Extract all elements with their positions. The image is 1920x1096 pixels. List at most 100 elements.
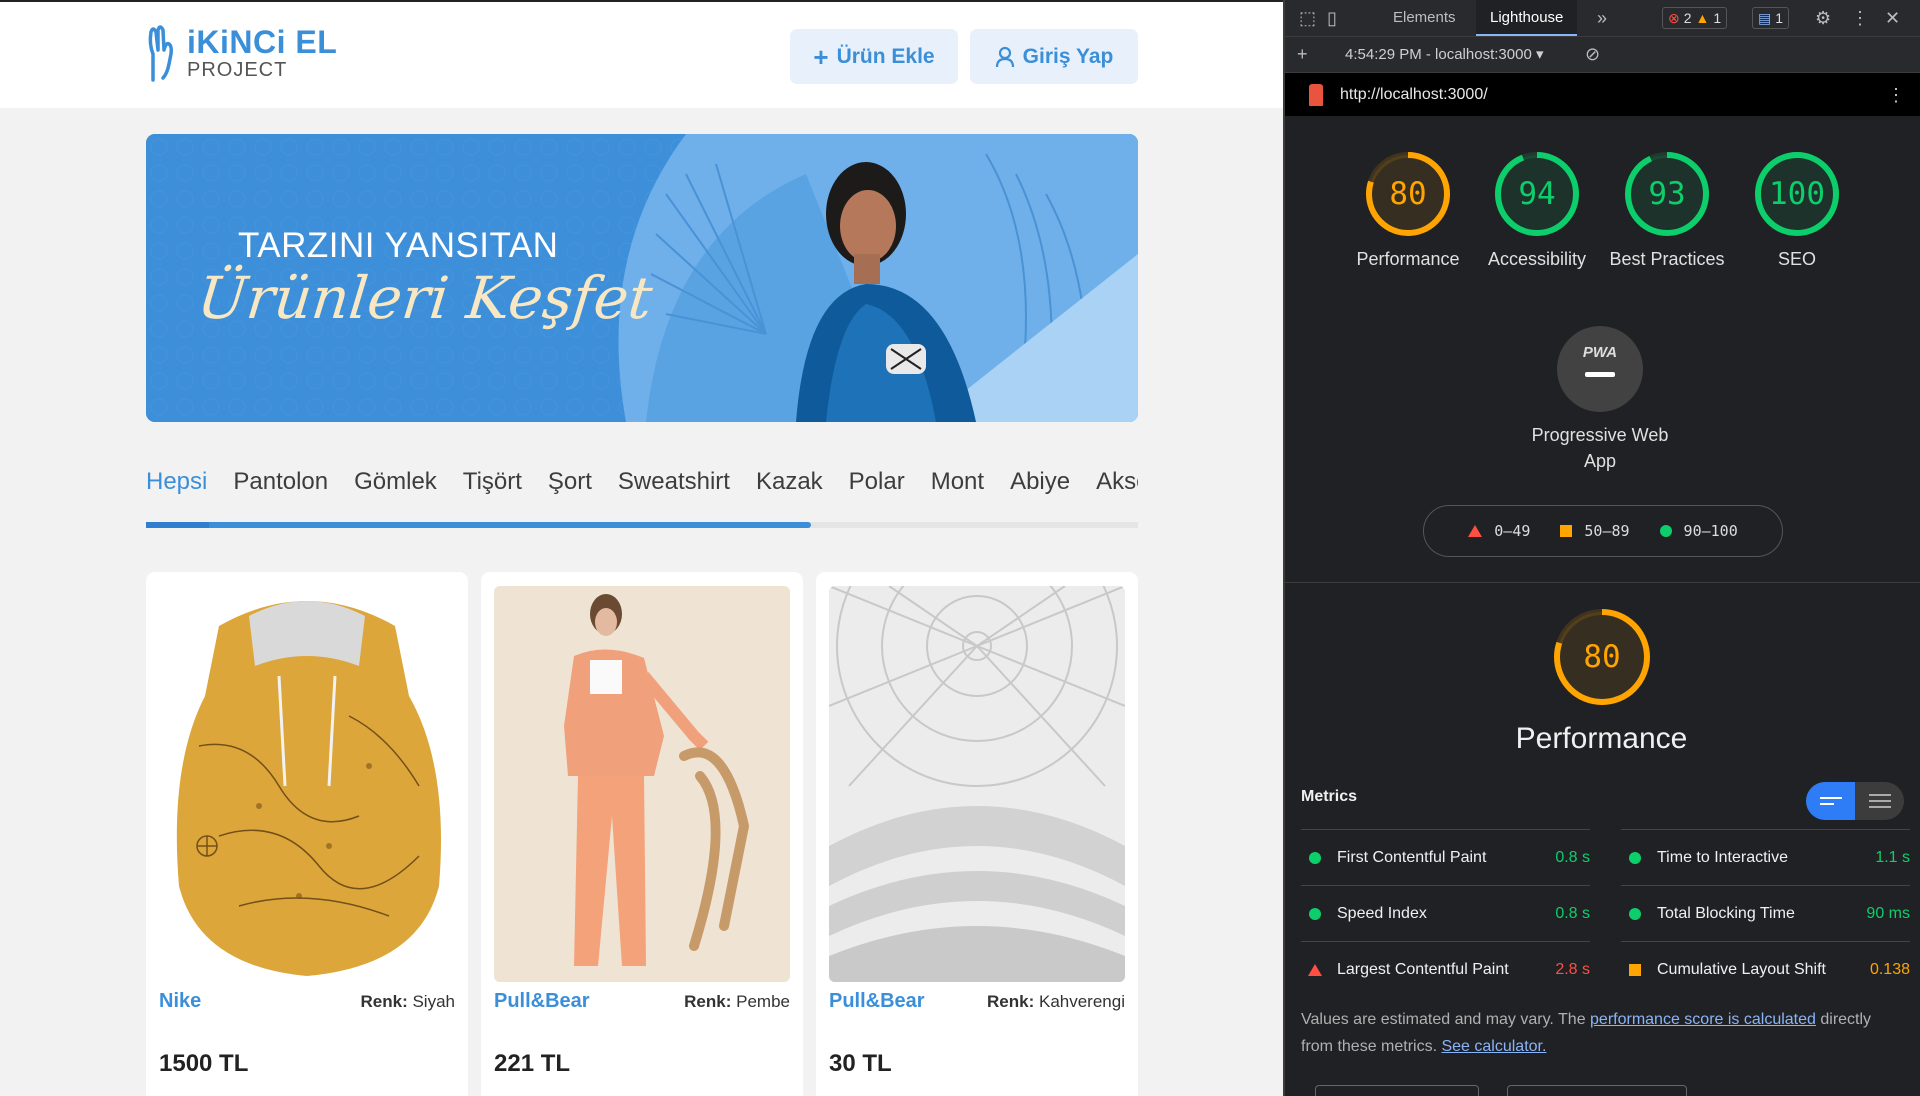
category-tab[interactable]: Şort	[535, 460, 605, 504]
report-selector[interactable]: 4:54:29 PM - localhost:3000 ▾	[1345, 37, 1544, 73]
color-value: Siyah	[412, 992, 455, 1011]
message-icon: ▤	[1758, 10, 1772, 26]
score-gauge-accessibility[interactable]: 94 Accessibility	[1472, 150, 1602, 272]
metric-name: Speed Index	[1337, 904, 1427, 922]
warning-icon: ▲	[1695, 10, 1710, 26]
active-category-indicator	[146, 522, 209, 528]
category-tab[interactable]: Abiye	[997, 460, 1083, 504]
product-image	[494, 586, 790, 982]
pass-circle-icon	[1309, 907, 1321, 920]
metric-name: First Contentful Paint	[1337, 848, 1487, 866]
site-logo[interactable]: iKiNCi EL PROJECT	[145, 24, 337, 82]
pwa-gauge[interactable]: PWA Progressive Web App	[1520, 326, 1680, 474]
metric-name: Total Blocking Time	[1657, 904, 1795, 922]
pass-circle-icon	[1309, 851, 1321, 864]
new-report-icon[interactable]: +	[1297, 44, 1308, 64]
legend-pass: 90–100	[1683, 522, 1738, 540]
score-calculation-link[interactable]: performance score is calculated	[1590, 1011, 1816, 1028]
product-brand[interactable]: Pull&Bear	[494, 990, 590, 1013]
section-divider	[1283, 582, 1920, 583]
lighthouse-logo-icon	[1309, 84, 1323, 106]
category-tab[interactable]: Aksesuar	[1083, 460, 1138, 504]
product-brand[interactable]: Pull&Bear	[829, 990, 925, 1013]
category-tab[interactable]: Pantolon	[220, 460, 341, 504]
average-square-icon	[1560, 525, 1573, 537]
view-trace-button[interactable]	[1507, 1085, 1687, 1096]
clear-reports-icon[interactable]: ⊘	[1585, 44, 1600, 64]
see-calculator-link[interactable]: See calculator.	[1441, 1038, 1546, 1055]
category-tab[interactable]: Hepsi	[146, 460, 220, 504]
fail-triangle-icon	[1308, 963, 1322, 976]
add-product-label: Ürün Ekle	[836, 44, 935, 68]
color-value: Pembe	[736, 992, 790, 1011]
pass-circle-icon	[1629, 851, 1641, 864]
plus-icon: +	[813, 41, 829, 72]
metric-row: Speed Index 0.8 s	[1301, 885, 1590, 941]
settings-gear-icon[interactable]: ⚙	[1815, 8, 1831, 28]
metric-value: 1.1 s	[1875, 848, 1910, 866]
error-count: 2	[1683, 10, 1692, 26]
metric-row: Total Blocking Time 90 ms	[1621, 885, 1910, 941]
hero-banner[interactable]: TARZINI YANSITAN Ürünleri Keşfet	[146, 134, 1138, 422]
inspect-element-icon[interactable]: ⬚	[1299, 8, 1316, 28]
expanded-view-button[interactable]	[1855, 782, 1904, 820]
metrics-view-toggle[interactable]	[1806, 782, 1904, 820]
warning-count: 1	[1713, 10, 1722, 26]
product-price: 1500 TL	[159, 1050, 249, 1077]
banner-headline: TARZINI YANSITAN	[238, 226, 559, 265]
color-label: Renk:	[987, 992, 1035, 1011]
banner-script-headline: Ürünleri Keşfet	[194, 264, 656, 332]
category-tab[interactable]: Polar	[836, 460, 918, 504]
product-brand[interactable]: Nike	[159, 990, 201, 1013]
expanded-view-icon	[1868, 790, 1891, 812]
product-price: 221 TL	[494, 1050, 571, 1077]
performance-section-title: Performance	[1515, 722, 1688, 755]
category-scrollbar[interactable]	[146, 522, 1138, 528]
gauge-label: Best Practices	[1609, 249, 1725, 269]
metric-row: Largest Contentful Paint 2.8 s	[1301, 941, 1590, 997]
tab-elements[interactable]: Elements	[1379, 0, 1470, 36]
report-url-bar: http://localhost:3000/ ⋮	[1285, 73, 1920, 116]
device-toolbar-icon[interactable]: ▯	[1327, 8, 1337, 28]
compact-view-button[interactable]	[1806, 782, 1855, 820]
category-scrollbar-thumb[interactable]	[146, 522, 811, 528]
add-product-button[interactable]: + Ürün Ekle	[790, 29, 958, 84]
svg-text:93: 93	[1648, 176, 1685, 212]
score-gauge-performance[interactable]: 80 Performance	[1343, 150, 1473, 272]
close-icon[interactable]: ✕	[1885, 8, 1900, 28]
more-tabs-icon[interactable]: »	[1597, 8, 1607, 28]
score-gauge-best-practices[interactable]: 93 Best Practices	[1602, 150, 1732, 272]
score-gauge-seo[interactable]: 100 SEO	[1732, 150, 1862, 272]
metric-value: 0.8 s	[1555, 848, 1590, 866]
pass-circle-icon	[1659, 525, 1672, 537]
category-tab[interactable]: Mont	[918, 460, 997, 504]
metric-row: Time to Interactive 1.1 s	[1621, 829, 1910, 885]
messages-badge[interactable]: ▤ 1	[1752, 7, 1790, 29]
metric-value: 2.8 s	[1555, 960, 1590, 978]
product-card[interactable]: Nike Renk: Siyah 1500 TL	[146, 572, 468, 1096]
category-tab[interactable]: Tişört	[450, 460, 535, 504]
legend-average: 50–89	[1584, 522, 1630, 540]
report-url[interactable]: http://localhost:3000/	[1340, 73, 1488, 116]
tab-lighthouse[interactable]: Lighthouse	[1476, 0, 1578, 36]
pwa-badge-text: PWA	[1582, 344, 1618, 361]
compact-view-icon	[1819, 793, 1842, 809]
svg-text:80: 80	[1583, 639, 1620, 675]
product-card[interactable]: Pull&Bear Renk: Pembe 221 TL	[481, 572, 803, 1096]
product-card[interactable]: Pull&Bear Renk: Kahverengi 30 TL	[816, 572, 1138, 1096]
login-button[interactable]: Giriş Yap	[970, 29, 1138, 84]
product-color: Renk: Pembe	[684, 992, 790, 1012]
category-tab[interactable]: Kazak	[743, 460, 836, 504]
console-issues-badge[interactable]: ⊗ 2 ▲ 1	[1662, 7, 1728, 29]
metric-value: 90 ms	[1866, 904, 1910, 922]
pass-circle-icon	[1629, 907, 1641, 920]
gauge-label: SEO	[1777, 249, 1816, 269]
metric-row: First Contentful Paint 0.8 s	[1301, 829, 1590, 885]
category-tab[interactable]: Sweatshirt	[605, 460, 743, 504]
disclaimer-prefix: Values are estimated and may vary. The	[1301, 1011, 1591, 1028]
view-treemap-button[interactable]	[1315, 1085, 1479, 1096]
kebab-menu-icon[interactable]: ⋮	[1851, 8, 1869, 28]
report-menu-icon[interactable]: ⋮	[1887, 85, 1905, 105]
error-icon: ⊗	[1668, 10, 1680, 26]
category-tab[interactable]: Gömlek	[341, 460, 450, 504]
